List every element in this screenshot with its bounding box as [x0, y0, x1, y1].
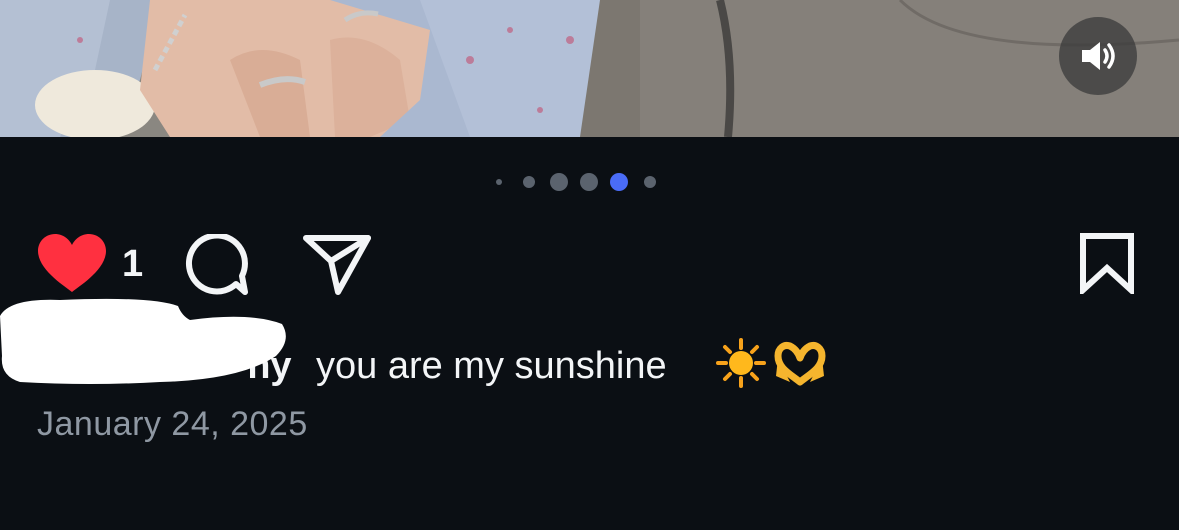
comment-bubble-icon: [185, 232, 248, 295]
redaction-mark: [0, 298, 286, 384]
sun-emoji: [716, 338, 766, 393]
caption-text: you are my sunshine: [316, 345, 667, 387]
carousel-indicator: [0, 172, 1179, 192]
post-actions: 1: [0, 228, 1179, 298]
carousel-dot: [550, 173, 568, 191]
like-count[interactable]: 1: [122, 244, 143, 284]
paper-plane-icon: [303, 235, 371, 295]
speaker-volume-icon: [1082, 42, 1115, 70]
share-button[interactable]: [302, 234, 372, 301]
bookmark-icon: [1080, 233, 1134, 297]
heart-hands-emoji: [772, 338, 828, 393]
carousel-dot-active: [610, 173, 628, 191]
like-button[interactable]: [36, 232, 108, 299]
comment-button[interactable]: [184, 232, 248, 301]
carousel-dot: [644, 176, 656, 188]
carousel-dot: [496, 179, 502, 185]
carousel-dot: [523, 176, 535, 188]
carousel-dot: [580, 173, 598, 191]
post-photo[interactable]: [0, 0, 1179, 137]
save-button[interactable]: [1079, 232, 1135, 299]
post-date: January 24, 2025: [37, 405, 308, 443]
sound-toggle-button[interactable]: [1059, 17, 1137, 95]
heart-filled-icon: [38, 234, 106, 292]
post-container: 1 nny you are my sunshine January 24, 20…: [0, 0, 1179, 530]
